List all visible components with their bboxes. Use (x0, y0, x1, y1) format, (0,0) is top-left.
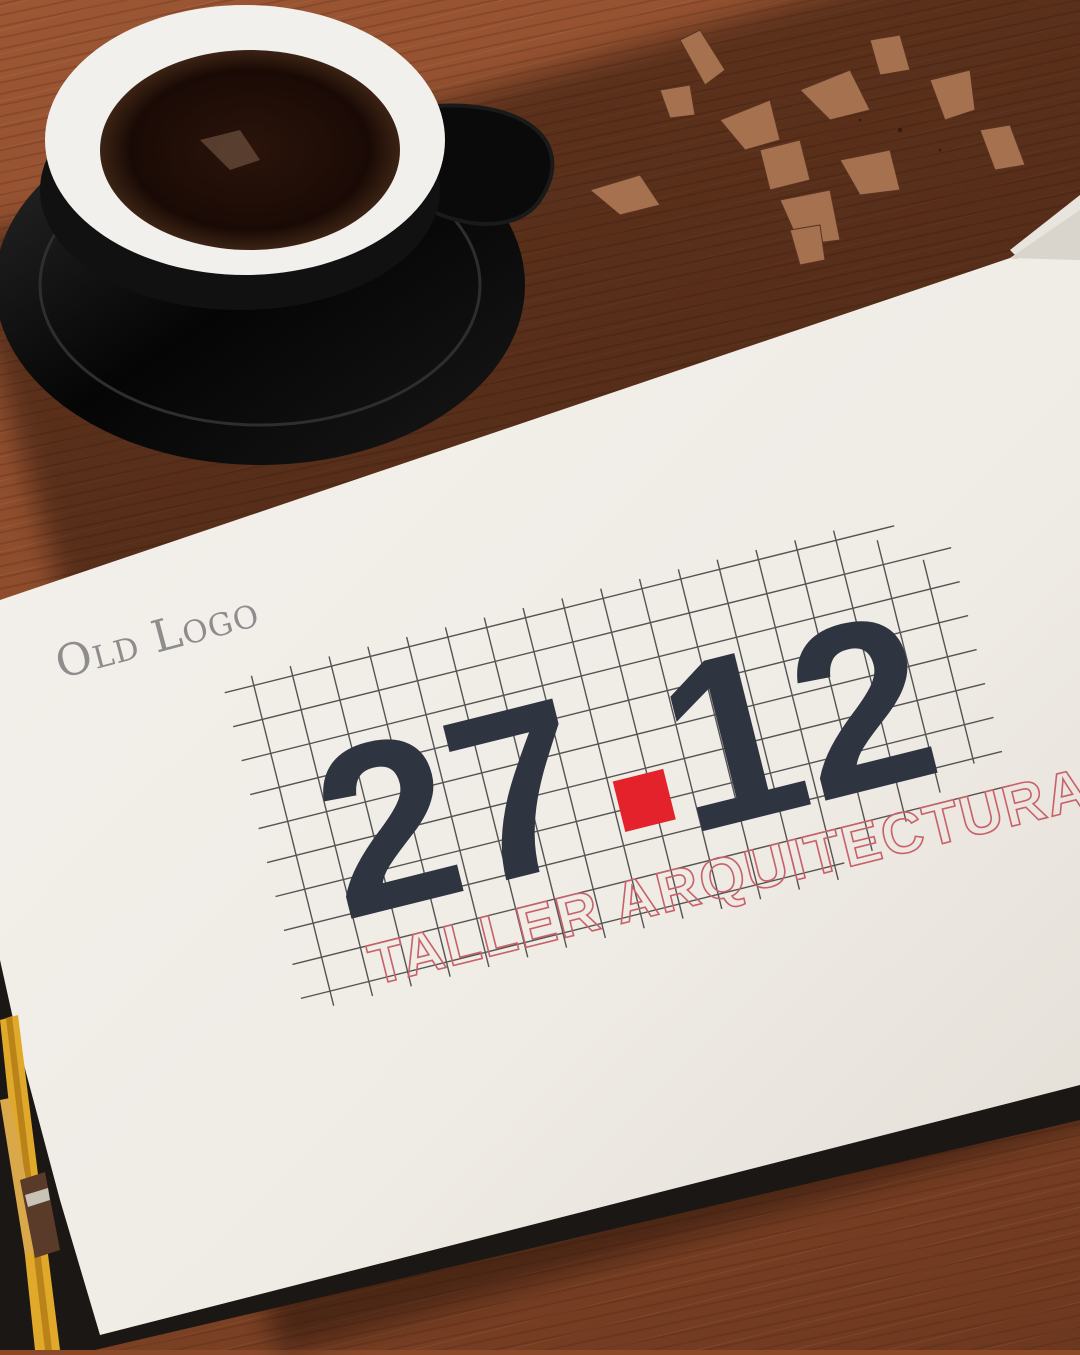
scene-illustration: 27 12 TALLER ARQUITECTURA. (0, 5, 1080, 1350)
pencil-shavings (588, 29, 1026, 266)
photo-scene: 27 12 TALLER ARQUITECTURA. Old Logo (0, 0, 1080, 1355)
